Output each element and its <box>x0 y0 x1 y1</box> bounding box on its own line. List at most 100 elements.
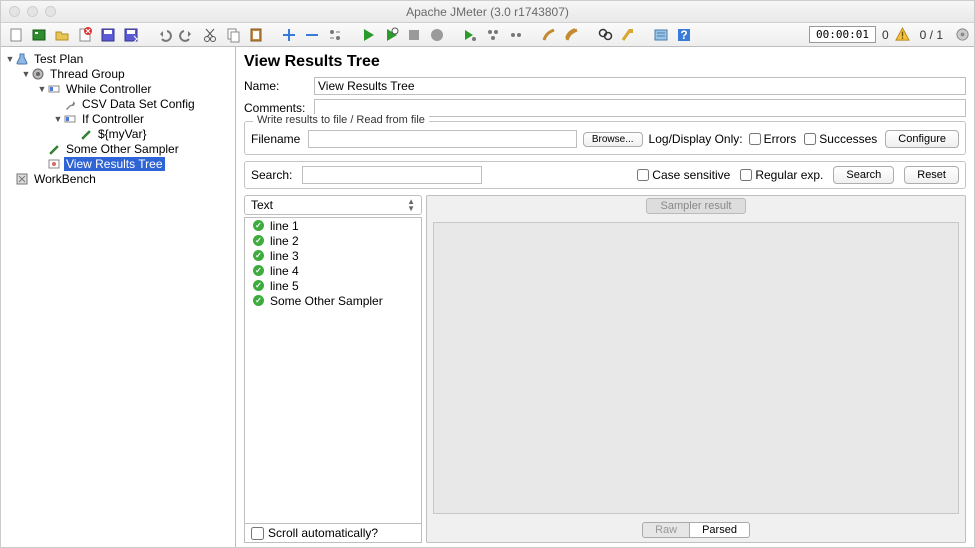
gear-icon <box>31 67 45 81</box>
search-button[interactable]: Search <box>833 166 894 184</box>
elapsed-time: 00:00:01 <box>809 26 876 43</box>
test-plan-tree[interactable]: ▼ Test Plan ▼ Thread Group ▼ While Contr… <box>1 47 236 547</box>
filename-label: Filename <box>251 132 300 146</box>
remote-start-icon[interactable] <box>459 25 481 45</box>
tree-node-test-plan[interactable]: ▼ Test Plan <box>1 51 235 66</box>
controller-icon <box>63 112 77 126</box>
success-icon <box>253 250 264 261</box>
editor-panel: View Results Tree Name: Comments: Write … <box>236 47 974 547</box>
search-icon[interactable] <box>594 25 616 45</box>
search-label: Search: <box>251 168 292 182</box>
start-icon[interactable] <box>357 25 379 45</box>
remote-stop-icon[interactable] <box>482 25 504 45</box>
function-helper-icon[interactable] <box>650 25 672 45</box>
list-item[interactable]: Some Other Sampler <box>245 293 421 308</box>
tree-label: ${myVar} <box>96 127 148 141</box>
disclosure-icon[interactable]: ▼ <box>53 114 63 124</box>
undo-icon[interactable] <box>153 25 175 45</box>
toggle-icon[interactable] <box>324 25 346 45</box>
window-title: Apache JMeter (3.0 r1743807) <box>1 5 974 19</box>
window-titlebar: Apache JMeter (3.0 r1743807) <box>1 1 974 23</box>
tree-node-if-controller[interactable]: ▼ If Controller <box>1 111 235 126</box>
renderer-value: Text <box>251 198 273 212</box>
new-icon[interactable] <box>5 25 27 45</box>
logdisplay-label: Log/Display Only: <box>649 132 743 146</box>
redo-icon[interactable] <box>176 25 198 45</box>
save-as-icon[interactable] <box>120 25 142 45</box>
cut-icon[interactable] <box>199 25 221 45</box>
main-toolbar: ? 00:00:01 0 0 / 1 <box>1 23 974 47</box>
thread-count: 0 / 1 <box>920 28 943 42</box>
regex-checkbox[interactable]: Regular exp. <box>740 168 823 182</box>
clear-icon[interactable] <box>538 25 560 45</box>
success-icon <box>253 235 264 246</box>
errors-checkbox[interactable]: Errors <box>749 132 797 146</box>
tree-label: CSV Data Set Config <box>80 97 197 111</box>
name-input[interactable] <box>314 77 966 95</box>
paste-icon[interactable] <box>245 25 267 45</box>
tree-label: Test Plan <box>32 52 85 66</box>
list-item[interactable]: line 2 <box>245 233 421 248</box>
tree-node-myvar[interactable]: ${myVar} <box>1 126 235 141</box>
search-input[interactable] <box>302 166 482 184</box>
list-item[interactable]: line 4 <box>245 263 421 278</box>
tab-raw[interactable]: Raw <box>642 522 690 538</box>
remote-shutdown-icon[interactable] <box>505 25 527 45</box>
chevron-updown-icon: ▲▼ <box>407 198 415 212</box>
collapse-icon[interactable] <box>301 25 323 45</box>
list-item[interactable]: line 1 <box>245 218 421 233</box>
reset-button[interactable]: Reset <box>904 166 959 184</box>
templates-icon[interactable] <box>28 25 50 45</box>
thread-status-icon <box>955 27 970 42</box>
disclosure-icon[interactable]: ▼ <box>5 54 15 64</box>
help-icon[interactable]: ? <box>673 25 695 45</box>
successes-checkbox[interactable]: Successes <box>804 132 877 146</box>
clear-all-icon[interactable] <box>561 25 583 45</box>
tree-node-view-results-tree[interactable]: View Results Tree <box>1 156 235 171</box>
success-icon <box>253 265 264 276</box>
scroll-auto-checkbox[interactable]: Scroll automatically? <box>244 524 422 543</box>
start-no-timers-icon[interactable] <box>380 25 402 45</box>
result-detail-panel: Sampler result Raw Parsed <box>426 195 966 543</box>
search-bar: Search: Case sensitive Regular exp. Sear… <box>244 161 966 189</box>
reset-search-icon[interactable] <box>617 25 639 45</box>
tree-label: While Controller <box>64 82 153 96</box>
tree-node-while-controller[interactable]: ▼ While Controller <box>1 81 235 96</box>
shutdown-icon[interactable] <box>426 25 448 45</box>
copy-icon[interactable] <box>222 25 244 45</box>
configure-button[interactable]: Configure <box>885 130 959 148</box>
warning-count: 0 <box>882 28 889 42</box>
filename-input[interactable] <box>308 130 577 148</box>
expand-icon[interactable] <box>278 25 300 45</box>
tab-sampler-result[interactable]: Sampler result <box>646 198 747 214</box>
name-label: Name: <box>244 79 314 93</box>
close-icon[interactable] <box>74 25 96 45</box>
renderer-combo[interactable]: Text ▲▼ <box>244 195 422 215</box>
tree-node-some-other-sampler[interactable]: Some Other Sampler <box>1 141 235 156</box>
browse-button[interactable]: Browse... <box>583 132 643 147</box>
open-icon[interactable] <box>51 25 73 45</box>
result-content-pane <box>433 222 959 514</box>
save-icon[interactable] <box>97 25 119 45</box>
disclosure-icon[interactable]: ▼ <box>37 84 47 94</box>
success-icon <box>253 220 264 231</box>
tree-node-csv-config[interactable]: CSV Data Set Config <box>1 96 235 111</box>
workbench-icon <box>15 172 29 186</box>
stop-icon[interactable] <box>403 25 425 45</box>
list-item[interactable]: line 3 <box>245 248 421 263</box>
panel-title: View Results Tree <box>244 53 966 71</box>
beaker-icon <box>15 52 29 66</box>
tree-node-workbench[interactable]: WorkBench <box>1 171 235 186</box>
disclosure-icon[interactable]: ▼ <box>21 69 31 79</box>
tab-parsed[interactable]: Parsed <box>690 522 750 538</box>
list-item[interactable]: line 5 <box>245 278 421 293</box>
warning-icon[interactable] <box>895 27 910 42</box>
tree-label: If Controller <box>80 112 146 126</box>
tree-node-thread-group[interactable]: ▼ Thread Group <box>1 66 235 81</box>
success-icon <box>253 295 264 306</box>
case-sensitive-checkbox[interactable]: Case sensitive <box>637 168 730 182</box>
results-list[interactable]: line 1 line 2 line 3 line 4 line 5 Some … <box>244 217 422 524</box>
svg-text:?: ? <box>680 28 687 42</box>
file-group-legend: Write results to file / Read from file <box>253 114 429 126</box>
success-icon <box>253 280 264 291</box>
